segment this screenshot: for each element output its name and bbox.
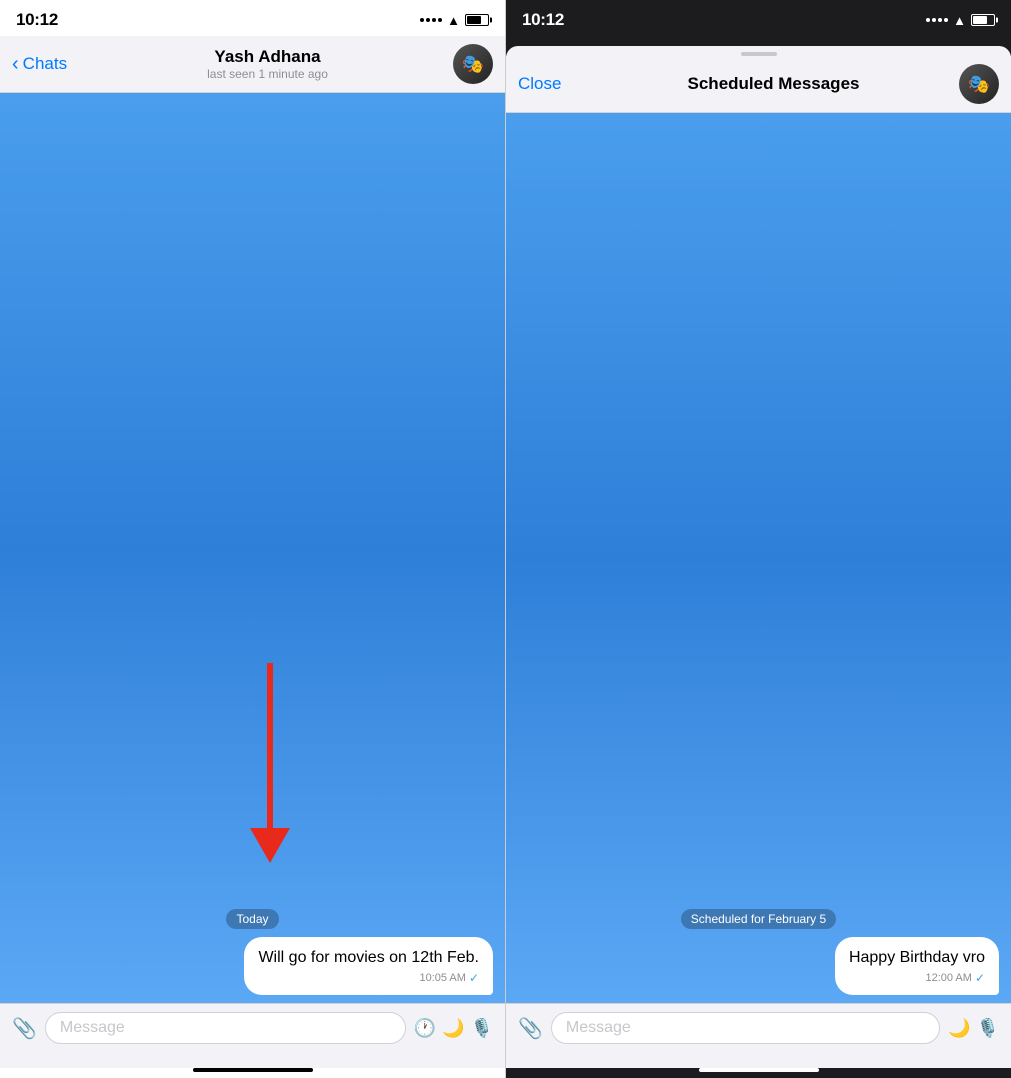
- attachment-icon-left[interactable]: 📎: [12, 1016, 37, 1041]
- close-button[interactable]: Close: [518, 74, 561, 94]
- nav-bar-right: Close Scheduled Messages 🎭: [506, 56, 1011, 113]
- wifi-icon-left: ▲: [447, 13, 460, 28]
- back-button[interactable]: Chats: [23, 54, 67, 74]
- contact-avatar-right[interactable]: 🎭: [959, 64, 999, 104]
- last-seen-status: last seen 1 minute ago: [207, 67, 328, 81]
- battery-icon-right: [971, 14, 995, 26]
- message-placeholder-left: Message: [60, 1019, 125, 1037]
- signal-dots-right: [926, 18, 948, 22]
- message-check-right: ✓: [975, 971, 985, 985]
- nav-right-left[interactable]: 🎭: [443, 44, 493, 84]
- message-meta-left: 10:05 AM ✓: [258, 971, 479, 985]
- signal-dots-left: [420, 18, 442, 22]
- message-input-left[interactable]: Message: [45, 1012, 406, 1044]
- nav-center-left: Yash Adhana last seen 1 minute ago: [92, 47, 443, 81]
- input-bar-right: 📎 Message 🌙 🎙️: [506, 1003, 1011, 1068]
- message-check-left: ✓: [469, 971, 479, 985]
- wifi-icon-right: ▲: [953, 13, 966, 28]
- mic-icon-left[interactable]: 🎙️: [471, 1018, 493, 1039]
- message-time-left: 10:05 AM: [419, 972, 465, 984]
- message-bubble-right[interactable]: Happy Birthday vro 12:00 AM ✓: [835, 937, 999, 995]
- scheduled-messages-title: Scheduled Messages: [688, 74, 860, 94]
- right-phone: 10:12 ▲ Close Scheduled Messag: [506, 0, 1011, 1078]
- chat-area-left: Today Will go for movies on 12th Feb. 10…: [0, 93, 505, 1003]
- nav-right-right[interactable]: 🎭: [949, 64, 999, 104]
- time-left: 10:12: [16, 10, 58, 29]
- signal-dot: [420, 18, 424, 22]
- signal-dot: [438, 18, 442, 22]
- signal-dot-r: [926, 18, 930, 22]
- avatar-image-right: 🎭: [959, 64, 999, 104]
- signal-dot-r: [932, 18, 936, 22]
- mic-icon-right[interactable]: 🎙️: [977, 1018, 999, 1039]
- message-wrap-right: Happy Birthday vro 12:00 AM ✓: [518, 937, 999, 995]
- contact-name: Yash Adhana: [214, 47, 320, 67]
- status-icons-left: ▲: [420, 13, 489, 28]
- date-label-left: Today: [12, 909, 493, 929]
- input-bar-left: 📎 Message 🕐 🌙 🎙️: [0, 1003, 505, 1068]
- message-placeholder-right: Message: [566, 1019, 631, 1037]
- message-text-left: Will go for movies on 12th Feb.: [258, 947, 479, 969]
- message-bubble-left[interactable]: Will go for movies on 12th Feb. 10:05 AM…: [244, 937, 493, 995]
- sheet-handle: [741, 52, 777, 56]
- battery-fill-left: [467, 16, 481, 24]
- home-indicator-right: [699, 1068, 819, 1072]
- status-bar-right: 10:12 ▲: [506, 0, 1011, 36]
- contact-avatar-left[interactable]: 🎭: [453, 44, 493, 84]
- schedule-clock-icon[interactable]: 🕐: [414, 1018, 436, 1039]
- input-icons-row-left: 🕐 🌙 🎙️: [414, 1018, 493, 1039]
- signal-dot: [426, 18, 430, 22]
- message-meta-right: 12:00 AM ✓: [849, 971, 985, 985]
- signal-dot-r: [944, 18, 948, 22]
- date-badge-left: Today: [226, 909, 278, 929]
- message-time-right: 12:00 AM: [925, 972, 971, 984]
- nav-left-section[interactable]: ‹ Chats: [12, 53, 92, 76]
- nav-center-right: Scheduled Messages: [598, 74, 949, 94]
- chat-area-right: Scheduled for February 5 Happy Birthday …: [506, 113, 1011, 1003]
- battery-icon-left: [465, 14, 489, 26]
- home-indicator-left: [193, 1068, 313, 1072]
- sheet-container: Close Scheduled Messages 🎭: [506, 46, 1011, 113]
- moon-icon-right[interactable]: 🌙: [948, 1018, 970, 1039]
- attachment-icon-right[interactable]: 📎: [518, 1016, 543, 1041]
- nav-left-right[interactable]: Close: [518, 74, 598, 94]
- status-icons-right: ▲: [926, 13, 995, 28]
- avatar-image-left: 🎭: [453, 44, 493, 84]
- message-text-right: Happy Birthday vro: [849, 947, 985, 969]
- time-right: 10:12: [522, 10, 564, 29]
- message-wrap-left: Will go for movies on 12th Feb. 10:05 AM…: [12, 937, 493, 995]
- red-arrow-overlay: [220, 653, 320, 873]
- battery-fill-right: [973, 16, 987, 24]
- signal-dot-r: [938, 18, 942, 22]
- back-arrow-icon: ‹: [12, 53, 19, 76]
- status-time-left: 10:12: [16, 10, 58, 30]
- status-bar-left: 10:12 ▲: [0, 0, 505, 36]
- moon-icon-left[interactable]: 🌙: [442, 1018, 464, 1039]
- message-input-right[interactable]: Message: [551, 1012, 940, 1044]
- signal-dot: [432, 18, 436, 22]
- scheduled-badge: Scheduled for February 5: [518, 909, 999, 929]
- nav-bar-left: ‹ Chats Yash Adhana last seen 1 minute a…: [0, 36, 505, 93]
- left-phone: 10:12 ▲ ‹ Chats Yash Adhana last seen 1 …: [0, 0, 506, 1078]
- dark-bg-spacer: [506, 36, 1011, 46]
- status-time-right: 10:12: [522, 10, 564, 30]
- scheduled-label: Scheduled for February 5: [681, 909, 836, 929]
- input-icons-row-right: 🌙 🎙️: [948, 1018, 999, 1039]
